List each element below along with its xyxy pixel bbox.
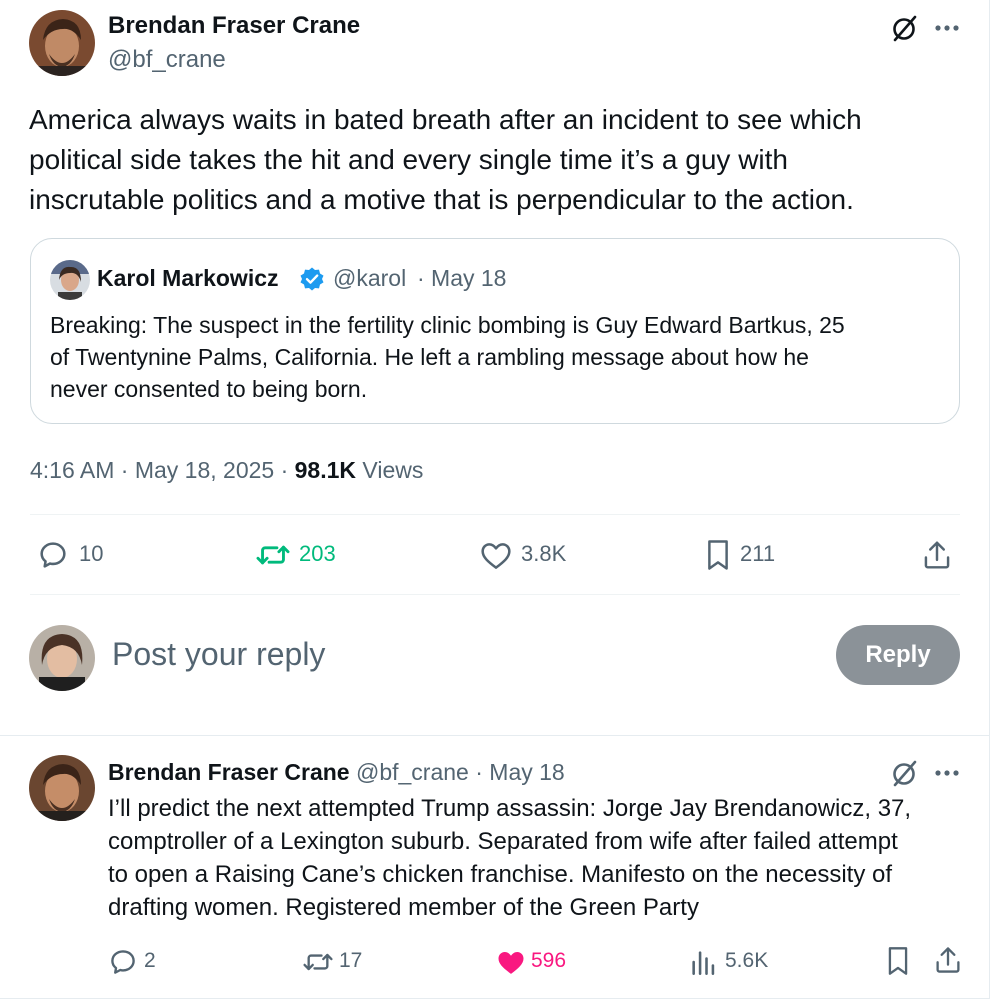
- like-icon-filled[interactable]: [496, 948, 526, 976]
- divider: [0, 735, 989, 736]
- divider: [30, 594, 960, 595]
- quote-text-line: never consented to being born.: [50, 376, 368, 402]
- divider: [30, 514, 960, 515]
- reply-author-row: Brendan Fraser Crane @bf_crane · May 18: [108, 759, 565, 786]
- author-name[interactable]: Brendan Fraser Crane: [108, 12, 360, 40]
- author-avatar[interactable]: [29, 10, 95, 76]
- quote-tweet-card[interactable]: Karol Markowicz @karol · May 18 Breaking…: [30, 238, 960, 424]
- post-timestamp[interactable]: 4:16 AM · May 18, 2025 ·: [30, 457, 288, 483]
- reply-icon[interactable]: [37, 539, 69, 571]
- quote-author-handle[interactable]: @karol: [333, 265, 406, 292]
- post-text: America always waits in bated breath aft…: [29, 100, 969, 220]
- quote-text: Breaking: The suspect in the fertility c…: [50, 309, 950, 405]
- reply-button[interactable]: Reply: [836, 625, 960, 685]
- reply-date[interactable]: · May 18: [475, 759, 564, 785]
- bookmark-icon[interactable]: [705, 539, 731, 571]
- verified-badge-icon: [299, 266, 325, 292]
- post-metadata: 4:16 AM · May 18, 2025 · 98.1K Views: [30, 457, 423, 484]
- reply-author-handle[interactable]: @bf_crane: [356, 759, 469, 785]
- post-text-line: political side takes the hit and every s…: [29, 144, 788, 175]
- reply-text-line: I’ll predict the next attempted Trump as…: [108, 795, 912, 822]
- quote-text-line: of Twentynine Palms, California. He left…: [50, 344, 809, 370]
- repost-count: 203: [299, 541, 336, 566]
- like-count: 596: [531, 949, 567, 972]
- views-count: 98.1K: [294, 457, 357, 483]
- reply-count: 2: [144, 949, 156, 972]
- current-user-avatar[interactable]: [29, 625, 95, 691]
- quote-author-avatar[interactable]: [50, 260, 90, 300]
- share-icon[interactable]: [934, 945, 962, 975]
- views-count: 5.6K: [725, 949, 769, 972]
- share-icon[interactable]: [922, 539, 952, 571]
- repost-count: 17: [339, 949, 363, 972]
- analytics-icon[interactable]: [690, 948, 716, 976]
- reply-count: 10: [79, 541, 104, 566]
- quote-date[interactable]: · May 18: [417, 265, 506, 292]
- repost-icon[interactable]: [256, 539, 290, 571]
- post-text-line: America always waits in bated breath aft…: [29, 104, 862, 135]
- like-icon[interactable]: [480, 540, 512, 570]
- bookmark-count: 211: [740, 541, 776, 566]
- more-options-icon[interactable]: [934, 769, 960, 777]
- quote-author-name[interactable]: Karol Markowicz: [97, 265, 279, 292]
- bookmark-icon[interactable]: [886, 946, 910, 976]
- more-options-icon[interactable]: [934, 24, 960, 32]
- like-count: 3.8K: [521, 541, 567, 566]
- reply-text-line: comptroller of a Lexington suburb. Separ…: [108, 828, 898, 855]
- reply-icon[interactable]: [108, 947, 138, 977]
- grok-icon[interactable]: [889, 759, 919, 789]
- grok-icon[interactable]: [889, 14, 919, 44]
- reply-text-line: to open a Raising Cane’s chicken franchi…: [108, 861, 893, 888]
- views-label: Views: [362, 457, 424, 483]
- author-handle[interactable]: @bf_crane: [108, 46, 226, 74]
- quote-text-line: Breaking: The suspect in the fertility c…: [50, 312, 845, 338]
- reply-text-line: drafting women. Registered member of the…: [108, 894, 699, 921]
- reply-author-avatar[interactable]: [29, 755, 95, 821]
- post-text-line: inscrutable politics and a motive that i…: [29, 184, 854, 215]
- repost-icon[interactable]: [302, 948, 334, 976]
- reply-input[interactable]: Post your reply: [112, 636, 325, 673]
- reply-author-name[interactable]: Brendan Fraser Crane: [108, 759, 350, 785]
- reply-text: I’ll predict the next attempted Trump as…: [108, 792, 978, 924]
